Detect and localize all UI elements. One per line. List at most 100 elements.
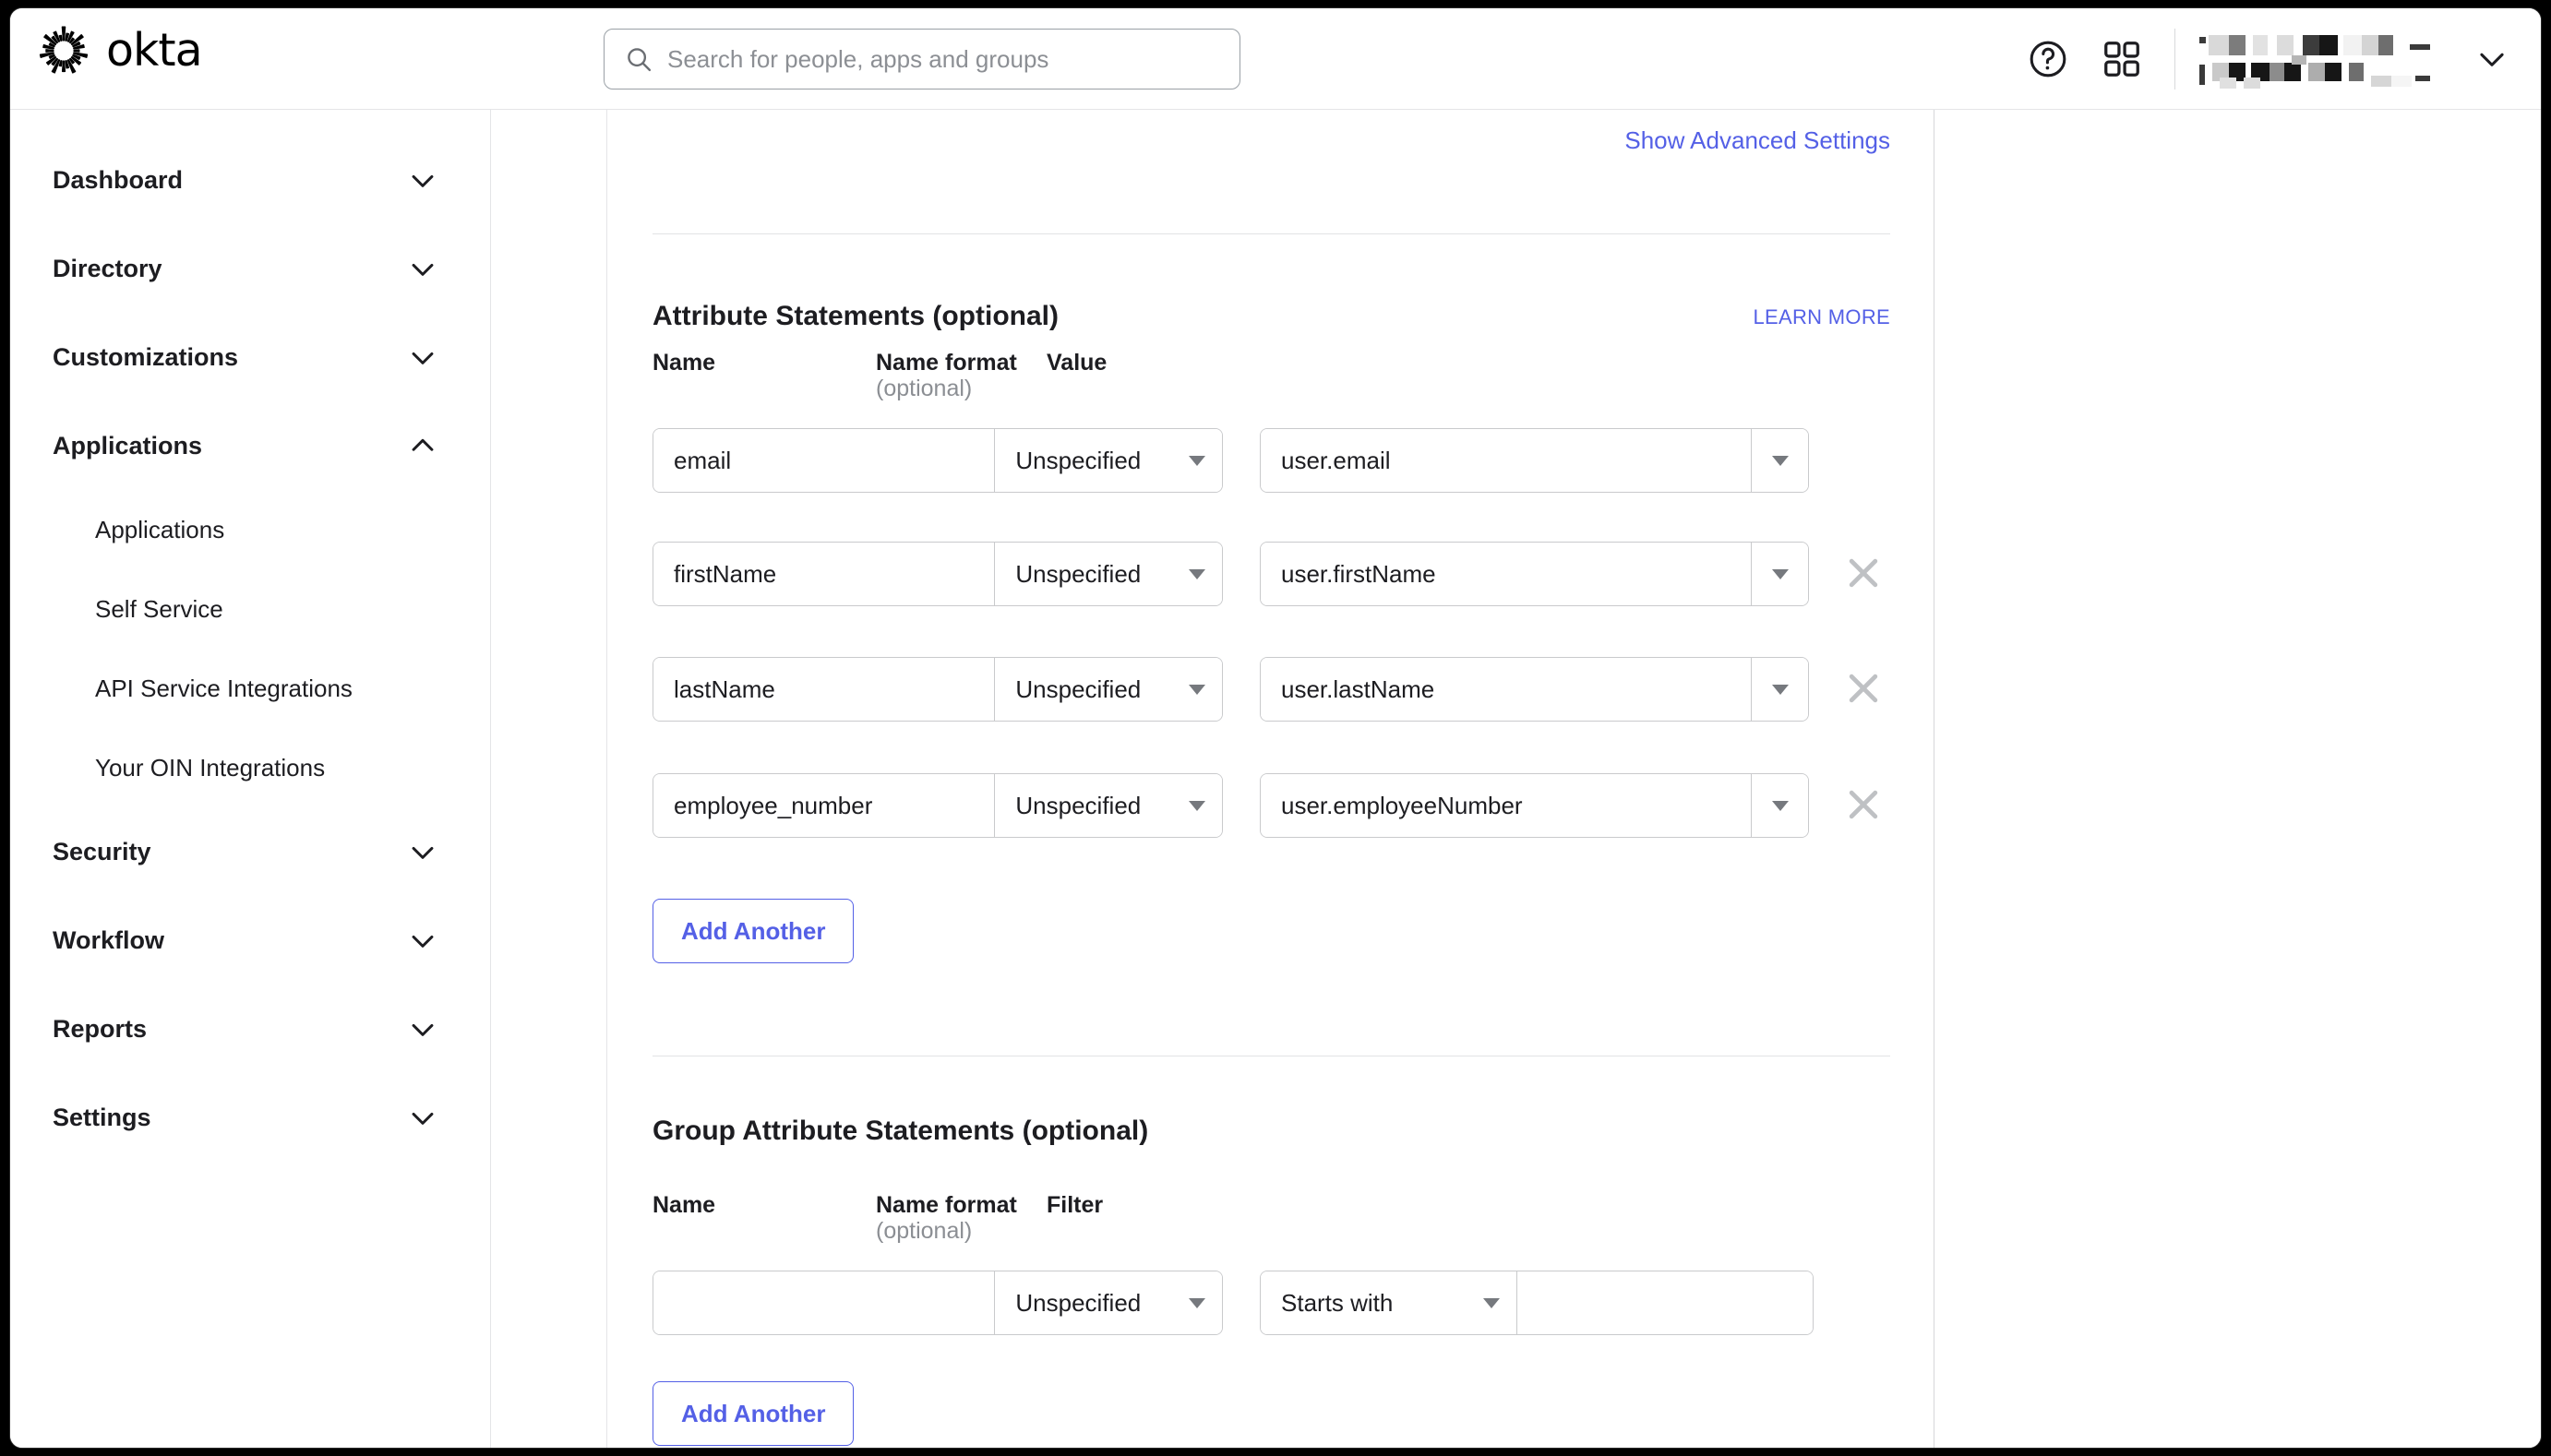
sidebar-subitem-your-oin-integrations[interactable]: Your OIN Integrations [10, 728, 490, 807]
group-name-and-format-group: Unspecified [653, 1271, 1223, 1335]
sidebar-item-label: Directory [53, 255, 162, 283]
saml-settings-form: Show Advanced Settings Attribute Stateme… [608, 110, 1934, 1449]
attribute-value-input[interactable]: user.firstName [1261, 543, 1751, 605]
attribute-value-input[interactable]: user.employeeNumber [1261, 774, 1751, 837]
remove-attribute-button[interactable] [1843, 668, 1884, 709]
top-navigation-bar: okta Search for people, apps and groups [10, 8, 2542, 110]
sidebar-item-workflow[interactable]: Workflow [10, 896, 490, 985]
group-attribute-name-format-select[interactable]: Unspecified [994, 1271, 1222, 1334]
sidebar-item-customizations[interactable]: Customizations [10, 313, 490, 401]
sidebar-item-security[interactable]: Security [10, 807, 490, 896]
attribute-name-input[interactable]: employee_number [653, 774, 994, 837]
attribute-name-format-select[interactable]: Unspecified [994, 658, 1222, 721]
attribute-value-dropdown-button[interactable] [1751, 429, 1808, 492]
attribute-row: firstName Unspecified user.firstName [653, 542, 1890, 606]
attribute-name-format-select[interactable]: Unspecified [994, 429, 1222, 492]
sidebar-subitem-applications[interactable]: Applications [10, 490, 490, 569]
group-column-header-filter: Filter [1047, 1192, 1103, 1219]
attribute-name-format-select[interactable]: Unspecified [994, 774, 1222, 837]
column-header-name: Name [653, 350, 715, 376]
group-filter-operator-select[interactable]: Starts with [1261, 1271, 1516, 1334]
chevron-down-icon [407, 1013, 438, 1044]
attribute-name-format-value: Unspecified [1015, 560, 1141, 588]
search-icon [625, 45, 653, 73]
sidebar-subitem-label: Self Service [95, 595, 223, 624]
attribute-value-text: user.email [1281, 447, 1391, 474]
group-column-header-name: Name [653, 1192, 715, 1219]
name-and-format-group: firstName Unspecified [653, 542, 1223, 606]
attribute-name-value: employee_number [674, 792, 872, 819]
sidebar-item-settings[interactable]: Settings [10, 1073, 490, 1162]
chevron-down-icon [1772, 801, 1789, 811]
attribute-name-input[interactable]: email [653, 429, 994, 492]
help-circle-icon[interactable] [2027, 38, 2069, 80]
sidebar-item-label: Applications [53, 432, 202, 460]
chevron-down-icon [1772, 685, 1789, 695]
value-group: user.email [1260, 428, 1809, 493]
chevron-down-icon [407, 341, 438, 373]
chevron-down-icon [1189, 569, 1205, 579]
sidebar-item-label: Workflow [53, 926, 164, 955]
sidebar-subitem-self-service[interactable]: Self Service [10, 569, 490, 649]
right-empty-pane [1935, 110, 2542, 1449]
apps-grid-icon[interactable] [2101, 38, 2143, 80]
attribute-value-input[interactable]: user.lastName [1261, 658, 1751, 721]
sidebar-item-label: Customizations [53, 343, 238, 372]
chevron-down-icon[interactable] [2474, 42, 2509, 77]
search-input[interactable]: Search for people, apps and groups [667, 45, 1048, 73]
attribute-name-format-value: Unspecified [1015, 792, 1141, 819]
value-group: user.firstName [1260, 542, 1809, 606]
chevron-down-icon [407, 925, 438, 956]
chevron-up-icon [407, 430, 438, 461]
add-another-attribute-button[interactable]: Add Another [653, 899, 854, 963]
attribute-name-input[interactable]: lastName [653, 658, 994, 721]
sidebar-subitem-label: Your OIN Integrations [95, 754, 325, 782]
chevron-down-icon [407, 836, 438, 867]
attribute-name-input[interactable]: firstName [653, 543, 994, 605]
attribute-value-dropdown-button[interactable] [1751, 658, 1808, 721]
attribute-value-input[interactable]: user.email [1261, 429, 1751, 492]
chevron-down-icon [1772, 456, 1789, 466]
attribute-name-value: lastName [674, 675, 775, 703]
add-another-group-attribute-button[interactable]: Add Another [653, 1381, 854, 1446]
sidebar-item-label: Reports [53, 1015, 147, 1044]
chevron-down-icon [1189, 801, 1205, 811]
sidebar-item-reports[interactable]: Reports [10, 985, 490, 1073]
group-attribute-statements-title: Group Attribute Statements (optional) [653, 1116, 1148, 1147]
sidebar-item-directory[interactable]: Directory [10, 224, 490, 313]
sidebar-item-label: Security [53, 838, 151, 866]
attribute-value-dropdown-button[interactable] [1751, 774, 1808, 837]
attribute-name-format-select[interactable]: Unspecified [994, 543, 1222, 605]
okta-brand[interactable]: okta [38, 25, 202, 77]
remove-attribute-button[interactable] [1843, 553, 1884, 593]
remove-attribute-button[interactable] [1843, 784, 1884, 825]
show-advanced-settings-link[interactable]: Show Advanced Settings [1624, 126, 1890, 155]
user-menu[interactable] [2174, 29, 2509, 90]
group-attribute-name-input[interactable] [653, 1271, 994, 1334]
attribute-name-format-value: Unspecified [1015, 675, 1141, 703]
sidebar-subitem-label: API Service Integrations [95, 674, 353, 703]
user-identity-redacted [2199, 30, 2450, 89]
group-filter-value-input[interactable] [1516, 1271, 1813, 1334]
sidebar-subitem-api-service-integrations[interactable]: API Service Integrations [10, 649, 490, 728]
chevron-down-icon [1483, 1298, 1500, 1308]
sidebar-item-dashboard[interactable]: Dashboard [10, 136, 490, 224]
global-search[interactable]: Search for people, apps and groups [604, 29, 1240, 90]
group-filter-operator-value: Starts with [1281, 1289, 1393, 1317]
value-group: user.employeeNumber [1260, 773, 1809, 838]
column-header-name-format: Name format [876, 350, 1017, 376]
group-filter-group: Starts with [1260, 1271, 1814, 1335]
sidebar-item-applications[interactable]: Applications [10, 401, 490, 490]
attribute-value-dropdown-button[interactable] [1751, 543, 1808, 605]
chevron-down-icon [1189, 456, 1205, 466]
name-and-format-group: email Unspecified [653, 428, 1223, 493]
column-header-value: Value [1047, 350, 1107, 376]
sidebar-subitem-label: Applications [95, 516, 224, 544]
learn-more-link[interactable]: LEARN MORE [1754, 305, 1890, 329]
chevron-down-icon [407, 1102, 438, 1133]
chevron-down-icon [1189, 1298, 1205, 1308]
attribute-value-text: user.employeeNumber [1281, 792, 1523, 819]
chevron-down-icon [407, 253, 438, 284]
okta-burst-logo-icon [38, 25, 90, 77]
chevron-down-icon [407, 164, 438, 196]
